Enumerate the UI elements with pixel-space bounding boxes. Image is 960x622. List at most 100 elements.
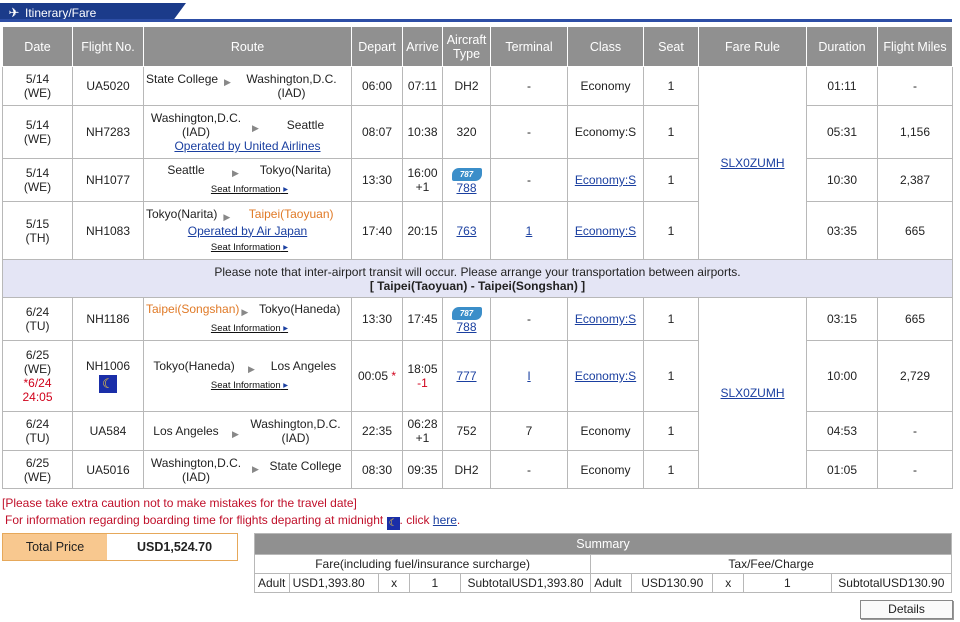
date-cell: 5/14 (WE) (2, 158, 73, 202)
summary-table: Summary Fare(including fuel/insurance su… (253, 533, 953, 593)
aircraft-link[interactable]: 788 (456, 320, 476, 334)
flight-no-cell: NH1006 ☾ (72, 340, 144, 412)
arrow-icon: ▶ (224, 77, 231, 87)
depart-cell: 06:00 (351, 66, 403, 106)
aircraft-cell: DH2 (442, 66, 491, 106)
seat-cell: 1 (643, 340, 699, 412)
transit-notice: Please note that inter-airport transit w… (2, 259, 953, 298)
fare-pax-type: Adult (254, 573, 290, 593)
duration-cell: 03:35 (806, 201, 878, 260)
tax-count: 1 (743, 573, 832, 593)
flight-no-cell: NH7283 (72, 105, 144, 159)
arrow-icon: ▶ (232, 429, 239, 439)
fare-amount: USD1,393.80 (288, 573, 380, 593)
aircraft-link[interactable]: 777 (456, 369, 476, 383)
fare-multiplier: x (378, 573, 410, 593)
class-cell: Economy (567, 66, 644, 106)
seat-cell: 1 (643, 158, 699, 202)
aircraft-cell: 763 (442, 201, 491, 260)
date-cell: 5/14 (WE) (2, 105, 73, 159)
seat-cell: 1 (643, 297, 699, 341)
class-link[interactable]: Economy:S (575, 312, 636, 326)
seat-information-link[interactable]: Seat Information (211, 183, 288, 197)
arrive-cell: 07:11 (402, 66, 443, 106)
col-terminal: Terminal (490, 26, 568, 67)
aircraft-link[interactable]: 763 (456, 224, 476, 238)
miles-cell: 665 (877, 297, 953, 341)
col-seat: Seat (643, 26, 699, 67)
boeing-787-badge-icon: 787 (451, 306, 482, 320)
tax-pax-type: Adult (590, 573, 632, 593)
class-cell: Economy (567, 411, 644, 451)
arrow-icon: ▶ (241, 307, 249, 317)
date-caution-text: [Please take extra caution not to make m… (2, 496, 357, 510)
fare-subtotal: SubtotalUSD1,393.80 (459, 573, 592, 593)
seat-information-link[interactable]: Seat Information (211, 322, 288, 336)
fare-rule-cell: SLX0ZUMH (698, 297, 807, 489)
itinerary-table: Date Flight No. Route Depart Arrive Airc… (2, 26, 953, 489)
route-cell: State College ▶ Washington,D.C. (IAD) (143, 66, 352, 106)
summary-title: Summary (254, 533, 952, 555)
class-link[interactable]: Economy:S (575, 369, 636, 383)
route-cell: Seattle ▶ Tokyo(Narita) Seat Information (143, 158, 352, 202)
table-row: 6/24 (TU) NH1186 Taipei(Songshan) ▶ Tokyo(H… (2, 297, 953, 489)
aircraft-cell: 787 788 (442, 158, 491, 202)
arrive-cell: 06:28 +1 (402, 411, 443, 451)
flight-no-cell: UA584 (72, 411, 144, 451)
details-button[interactable]: Details (860, 600, 953, 619)
section-header: ✈ Itinerary/Fare (0, 3, 952, 22)
summary-row: Adult USD1,393.80 x 1 SubtotalUSD1,393.8… (254, 573, 953, 593)
terminal-link[interactable]: I (527, 369, 530, 383)
tax-header: Tax/Fee/Charge (590, 554, 952, 574)
terminal-link[interactable]: 1 (526, 224, 533, 238)
fare-rule-link-outbound[interactable]: SLX0ZUMH (720, 156, 784, 170)
date-cell: 6/24 (TU) (2, 411, 73, 451)
duration-cell: 03:15 (806, 297, 878, 341)
aircraft-cell: 752 (442, 411, 491, 451)
midnight-moon-icon: ☾ (386, 517, 400, 530)
fare-header: Fare(including fuel/insurance surcharge) (253, 554, 592, 574)
fare-rule-link-return[interactable]: SLX0ZUMH (720, 386, 784, 400)
section-title: Itinerary/Fare (25, 6, 97, 20)
transit-notice-row: Please note that inter-airport transit w… (2, 259, 953, 298)
date-cell: 5/15 (TH) (2, 201, 73, 260)
travel-warnings: [Please take extra caution not to make m… (2, 495, 460, 530)
route-cell: Taipei(Songshan) ▶ Tokyo(Haneda) Seat Infor… (143, 297, 352, 341)
flight-no-cell: UA5020 (72, 66, 144, 106)
seat-information-link[interactable]: Seat Information (211, 241, 288, 255)
date-cell: 6/25 (WE) *6/24 24:05 (2, 340, 73, 412)
flight-no-cell: NH1077 (72, 158, 144, 202)
seat-cell: 1 (643, 66, 699, 106)
class-link[interactable]: Economy:S (575, 173, 636, 187)
col-flight-miles: Flight Miles (877, 26, 953, 67)
arrow-icon: ▶ (232, 168, 239, 178)
tax-subtotal: SubtotalUSD130.90 (830, 573, 953, 593)
miles-cell: 1,156 (877, 105, 953, 159)
aircraft-link[interactable]: 788 (456, 181, 476, 195)
route-cell: Los Angeles ▶ Washington,D.C. (IAD) (143, 411, 352, 451)
arrive-cell: 09:35 (402, 450, 443, 489)
aircraft-cell: 320 (442, 105, 491, 159)
col-route: Route (143, 26, 352, 67)
terminal-cell: 7 (490, 411, 568, 451)
route-cell: Washington,D.C. (IAD) ▶ Seattle Operated by… (143, 105, 352, 159)
table-row: 6/24 (TU) UA584 Los Angeles ▶ Washington,D.… (2, 411, 953, 451)
duration-cell: 01:11 (806, 66, 878, 106)
class-cell: Economy:S (567, 201, 644, 260)
operated-by-link[interactable]: Operated by United Airlines (174, 139, 320, 153)
arrow-icon: ▶ (248, 364, 255, 374)
arrow-icon: ▶ (252, 463, 259, 474)
arrow-icon: ▶ (252, 123, 259, 133)
table-row: 5/14 (WE) NH1077 Seattle ▶ Tokyo(Narita) Sea… (2, 158, 953, 202)
depart-cell: 13:30 (351, 158, 403, 202)
operated-by-link[interactable]: Operated by Air Japan (188, 224, 307, 238)
terminal-cell: - (490, 66, 568, 106)
midnight-asterisk: * (391, 369, 397, 383)
seat-information-link[interactable]: Seat Information (211, 379, 288, 393)
aircraft-cell: 777 (442, 340, 491, 412)
depart-cell: 08:07 (351, 105, 403, 159)
tax-amount: USD130.90 (630, 573, 714, 593)
here-link[interactable]: here (433, 513, 457, 527)
date-cell: 6/24 (TU) (2, 297, 73, 341)
class-link[interactable]: Economy:S (575, 224, 636, 238)
